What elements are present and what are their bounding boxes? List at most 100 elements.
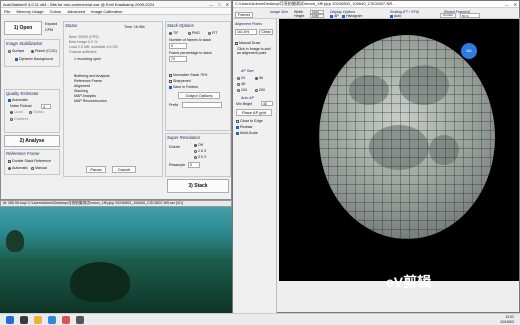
menu-file[interactable]: File — [4, 9, 10, 14]
edge-icon[interactable] — [48, 315, 56, 324]
redraw-checkbox[interactable]: Redraw — [236, 125, 252, 129]
manual-draw-checkbox[interactable]: Manual Draw — [235, 41, 260, 45]
ap-size-option[interactable]: 200 — [255, 88, 265, 92]
histogram-checkbox[interactable]: Histogram — [342, 14, 362, 18]
quality-panel: Quality Estimator Automatic Noise Robust… — [4, 89, 60, 133]
start-icon[interactable] — [6, 315, 14, 324]
num-frames-input[interactable]: 0 — [169, 43, 187, 49]
output-options-button[interactable]: Output Options — [178, 92, 220, 99]
dynamic-background-checkbox[interactable]: Dynamic Background — [15, 57, 53, 61]
autostakkert-window: AutoStakkert! 4.0.11 x64 - Bits for non-… — [0, 0, 232, 200]
stack-options-title: Stack Options — [167, 23, 194, 28]
viewer-title: C:\Users\Admin\Desktop\月亮拍摄测试\moon_1fff.… — [235, 1, 396, 6]
stab-planet-option[interactable]: Planet (COG) — [31, 49, 57, 53]
drizzle-30-option[interactable]: 3.0 X — [194, 155, 206, 159]
format-png-option[interactable]: PNG — [188, 31, 200, 35]
cpm-label[interactable]: CPM — [45, 28, 53, 32]
format-tif-option[interactable]: TIF — [169, 31, 178, 35]
save-folders-checkbox[interactable]: Save in Folders — [169, 85, 198, 89]
tab-frames[interactable]: Frames — [235, 12, 254, 18]
place-ap-grid-button[interactable]: Place AP grid — [236, 109, 272, 116]
menu-bar: File Memory Usage Colour Advanced Image … — [1, 8, 231, 15]
sharpened-checkbox[interactable]: Sharpened — [169, 79, 191, 83]
pause-button[interactable]: Pause — [86, 166, 106, 173]
stab-surface-option[interactable]: Surface — [8, 49, 24, 53]
step-label: Alignment — [74, 84, 90, 88]
menu-colour[interactable]: Colour — [50, 9, 62, 14]
double-stack-checkbox[interactable]: Double Stack Reference — [8, 159, 51, 163]
min-bright-label: Min Bright — [236, 102, 253, 106]
maximize-icon[interactable]: □ — [218, 2, 220, 7]
ap-size-option[interactable]: 104 — [237, 88, 247, 92]
resample-label: Resample — [169, 163, 186, 167]
ap-size-title: AP Size — [241, 69, 254, 73]
multi-scale-checkbox[interactable]: Multi-Scale — [236, 131, 258, 135]
cancel-button[interactable]: Cancel — [112, 166, 136, 173]
ap-size-option[interactable]: 48 — [237, 82, 245, 86]
ref-manual-option[interactable]: Manual — [31, 166, 47, 170]
resample-input[interactable]: 0 — [188, 162, 200, 168]
analyse-button[interactable]: 2) Analyse — [4, 135, 60, 147]
quality-auto-checkbox[interactable]: Automatic — [8, 98, 28, 102]
autostakkert-taskbar-icon[interactable] — [76, 315, 84, 324]
drizzle-off-option[interactable]: Off — [194, 143, 203, 147]
current-pct-input[interactable]: 50 % — [460, 13, 480, 18]
image-size-title: Image Size — [270, 10, 288, 14]
quality-title: Quality Estimator — [6, 91, 39, 96]
menu-calibration[interactable]: Image Calibration — [91, 9, 122, 14]
close-icon[interactable]: ✕ — [514, 2, 517, 7]
clock[interactable]: 13:02 2024/8/3 — [500, 315, 514, 323]
help-text: Click in Image to add an alignment point — [237, 47, 271, 55]
file-explorer-icon[interactable] — [34, 315, 42, 324]
clear-button[interactable]: Clear — [259, 29, 273, 35]
auto-checkbox[interactable]: Auto — [390, 14, 401, 18]
ref-auto-option[interactable]: Automatic — [8, 166, 28, 170]
step-label: MAP Reconstruction — [74, 99, 107, 103]
normalize-checkbox[interactable]: Normalize Stack 75% — [169, 73, 207, 77]
stabilization-panel: Image Stabilization Surface Planet (COG)… — [4, 39, 60, 67]
format-fit-option[interactable]: FIT — [208, 31, 217, 35]
prefix-input[interactable] — [182, 102, 222, 108]
search-icon[interactable] — [20, 315, 28, 324]
menu-memory[interactable]: Memory Usage — [16, 9, 43, 14]
stabilization-title: Image Stabilization — [6, 41, 43, 46]
auto-ap-title: Auto AP — [241, 96, 255, 100]
open-button[interactable]: 1) Open — [4, 21, 42, 35]
noise-robust-label: Noise Robust — [10, 104, 32, 108]
gradient-option[interactable]: Gradient — [10, 117, 28, 121]
stack-options-panel: Stack Options TIF PNG FIT Number of fram… — [165, 21, 231, 131]
super-resolution-title: Super Resolution — [167, 135, 200, 140]
noise-robust-field[interactable]: 4 — [41, 104, 51, 109]
wallpaper-rock — [6, 230, 24, 252]
stack-button[interactable]: 3) Stack — [167, 179, 229, 193]
local-option[interactable]: Local — [10, 110, 23, 114]
zoom-input[interactable]: 161.6% — [235, 29, 257, 35]
status-title: Status — [65, 23, 78, 28]
drizzle-15-option[interactable]: 1.5 X — [194, 149, 206, 153]
ap-size-option[interactable]: 24 — [237, 76, 245, 80]
viewer-toolbar: Frames Image Size Width 1920 Height 1080… — [234, 9, 520, 19]
frame-pct-input[interactable]: 70 — [169, 56, 187, 62]
step-label: Buffering and Analysis — [74, 74, 110, 78]
app-icon[interactable] — [62, 315, 70, 324]
alignment-points-title: Alignment Points — [235, 22, 262, 26]
height-input[interactable]: 1080 — [310, 14, 324, 18]
menu-advanced[interactable]: Advanced — [67, 9, 85, 14]
expand-label[interactable]: Expand — [45, 22, 57, 26]
min-bright-input[interactable]: 40 — [261, 101, 273, 106]
current-button[interactable]: Current — [440, 13, 456, 18]
frame-viewer-window: C:\Users\Admin\Desktop\月亮拍摄测试\moon_1fff.… — [232, 0, 520, 313]
close-to-edge-checkbox[interactable]: Close to Edge — [236, 119, 263, 123]
window-title: AutoStakkert! 4.0.11 x64 - Bits for non-… — [3, 1, 155, 7]
ap-checkbox[interactable]: AP — [330, 14, 339, 18]
step-label: Stacking — [74, 89, 88, 93]
minimize-icon[interactable]: — — [505, 2, 509, 7]
close-icon[interactable]: ✕ — [226, 2, 229, 7]
frame-image-view[interactable]: 361 — [279, 19, 519, 281]
title-bar: AutoStakkert! 4.0.11 x64 - Bits for non-… — [1, 1, 231, 8]
viewer-sidebar: Alignment Points 161.6% Clear Manual Dra… — [233, 19, 277, 313]
ap-size-option[interactable]: 56 — [255, 76, 263, 80]
minimize-icon[interactable]: — — [209, 2, 213, 7]
height-label: Height — [294, 14, 305, 18]
global-option[interactable]: Global — [29, 110, 43, 114]
